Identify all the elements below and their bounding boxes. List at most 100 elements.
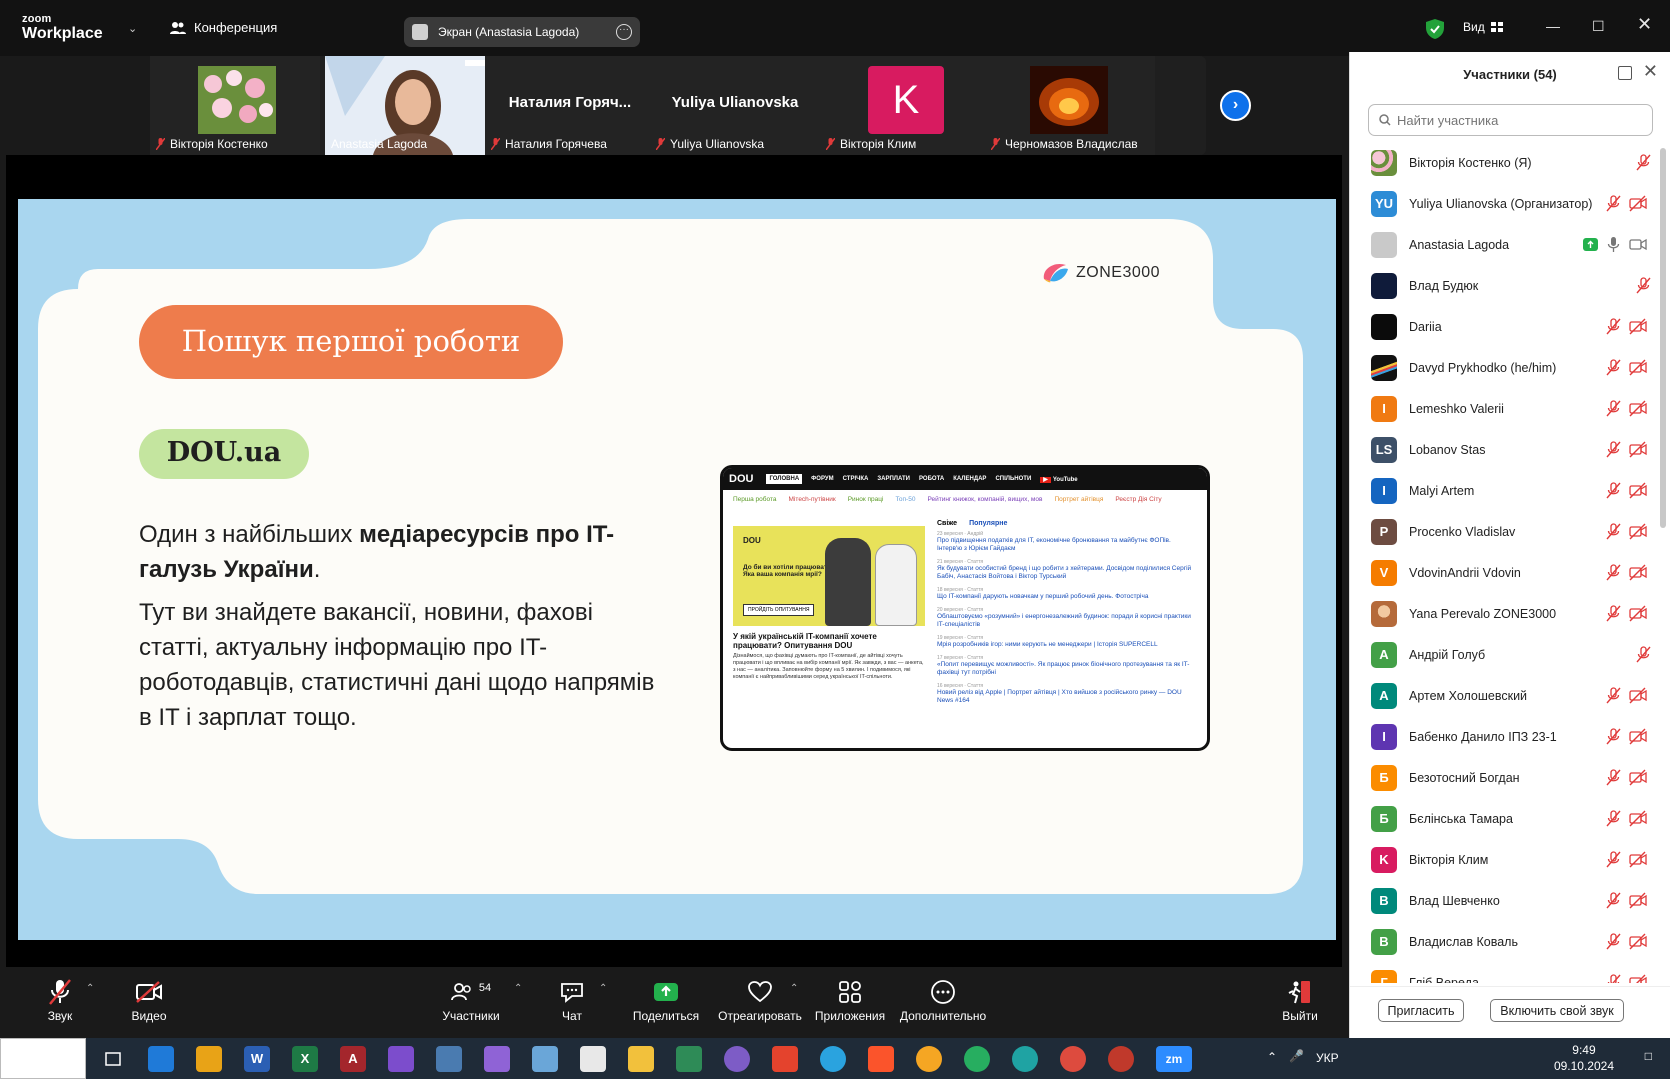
search-input[interactable] [1397,112,1637,128]
camera-off-icon [1629,728,1647,745]
close-icon[interactable]: ✕ [1643,61,1658,82]
close-window-button[interactable]: ✕ [1637,14,1652,35]
chrome-icon[interactable] [1060,1046,1086,1072]
participant-row[interactable]: I Бабенко Данило ІПЗ 23-1 [1350,716,1670,757]
dou-featured: DOU До би ви хотіли працювати? Яка ваша … [733,526,925,681]
app-icon[interactable] [676,1046,702,1072]
participant-row[interactable]: Yana Perevalo ZONE3000 [1350,593,1670,634]
participant-row[interactable]: V VdovinAndrii Vdovin [1350,552,1670,593]
camera-off-icon [1629,523,1647,540]
participants-button[interactable]: 54 Участники [436,977,506,1023]
meeting-info-button[interactable]: Конференция [170,20,277,35]
participant-row[interactable]: A Артем Холошевский [1350,675,1670,716]
next-page-button[interactable]: › [1220,90,1251,121]
shield-icon[interactable] [1426,19,1444,39]
thumbnail-viktoriia-klym[interactable]: K Вікторія Клим [820,56,990,155]
video-button[interactable]: Видео [124,977,174,1023]
feather-app-icon[interactable] [484,1046,510,1072]
thumbnail-chornomazov-vladyslav[interactable]: Черномазов Владислав [985,56,1155,155]
participant-row[interactable]: A Андрій Голуб [1350,634,1670,675]
app-icon[interactable] [1108,1046,1134,1072]
visual-studio-icon[interactable] [388,1046,414,1072]
participant-status-icons [1606,441,1647,458]
wps-icon[interactable] [772,1046,798,1072]
vpn-icon[interactable] [916,1046,942,1072]
share-screen-button[interactable]: Поделиться [628,977,704,1023]
participant-row[interactable]: K Вікторія Клим [1350,839,1670,880]
chevron-up-icon[interactable]: ⌃ [1267,1050,1277,1064]
excel-icon[interactable]: X [292,1046,318,1072]
language-indicator[interactable]: УКР [1316,1051,1339,1065]
popout-icon[interactable] [1618,66,1632,80]
audio-button[interactable]: Звук [40,977,80,1023]
clock[interactable]: 9:49 09.10.2024 [1554,1042,1614,1074]
viber-icon[interactable] [724,1046,750,1072]
file-explorer-icon[interactable] [628,1046,654,1072]
participant-row[interactable]: YU Yuliya Ulianovska (Организатор) [1350,183,1670,224]
chat-button[interactable]: Чат [552,977,592,1023]
telegram-icon[interactable] [820,1046,846,1072]
view-button[interactable]: Вид [1463,20,1503,34]
maximize-button[interactable]: ☐ [1592,18,1605,35]
thumbnail-viktoriia-kostenko[interactable]: Вікторія Костенко [150,56,320,155]
participant-name: Бабенко Данило ІПЗ 23-1 [1409,729,1557,744]
participant-row[interactable]: I Malyi Artem [1350,470,1670,511]
fire-avatar [1030,66,1108,134]
zoom-window: zoom Workplace ⌄ Конференция Экран (Anas… [0,0,1670,1079]
word-icon[interactable]: W [244,1046,270,1072]
participant-row[interactable]: B Владислав Коваль [1350,921,1670,962]
zoom-logo[interactable]: zoom Workplace [22,14,103,42]
avatar [1371,231,1397,258]
store-icon[interactable] [196,1046,222,1072]
participant-row[interactable]: Б Безотосний Богдан [1350,757,1670,798]
youtube-link: ▶ YouTube [1040,476,1078,483]
chevron-down-icon[interactable]: ⌄ [128,22,137,35]
participant-row[interactable]: Dariia [1350,306,1670,347]
chat-options-caret[interactable]: ⌃ [599,983,607,994]
document-app-icon[interactable] [580,1046,606,1072]
mail-icon[interactable] [148,1046,174,1072]
thumbnail-yuliya-ulianovska[interactable]: Yuliya Ulianovska Yuliya Ulianovska [650,56,820,155]
participant-row[interactable]: Б Бєлінська Тамара [1350,798,1670,839]
participant-row[interactable]: Вікторія Костенко (Я) [1350,142,1670,183]
participant-row[interactable]: Влад Будюк [1350,265,1670,306]
participants-options-caret[interactable]: ⌃ [514,983,522,994]
more-options-icon[interactable]: ··· [616,24,632,40]
participant-search[interactable] [1368,104,1653,136]
thumbnail-anastasia-lagoda[interactable]: Anastasia Lagoda [325,56,495,155]
invite-button[interactable]: Пригласить [1378,999,1464,1022]
scrollbar[interactable] [1660,148,1666,528]
taskbar-search-box[interactable] [0,1038,86,1079]
apps-button[interactable]: Приложения [814,977,886,1023]
participant-row[interactable]: LS Lobanov Stas [1350,429,1670,470]
app-icon[interactable] [532,1046,558,1072]
access-icon[interactable]: A [340,1046,366,1072]
more-button[interactable]: Дополнительно [898,977,988,1023]
microphone-tray-icon[interactable]: 🎤 [1289,1049,1304,1063]
zoom-taskbar-icon[interactable]: zm [1156,1046,1192,1072]
participant-name: Yana Perevalo ZONE3000 [1409,606,1557,621]
edge-icon[interactable] [1012,1046,1038,1072]
app-icon[interactable] [964,1046,990,1072]
brave-icon[interactable] [868,1046,894,1072]
minimize-button[interactable]: — [1546,18,1560,34]
search-icon [1379,114,1391,126]
task-view-icon[interactable] [100,1046,126,1072]
logo-line1: zoom [22,13,52,25]
thumbnail-natalia-horiacheva[interactable]: Наталия Горяч... Наталия Горячева [485,56,655,155]
unmute-myself-button[interactable]: Включить свой звук [1490,999,1624,1022]
participant-row[interactable]: Davyd Prykhodko (he/him) [1350,347,1670,388]
settings-app-icon[interactable] [436,1046,462,1072]
leave-button[interactable]: Выйти [1280,977,1320,1023]
audio-options-caret[interactable]: ⌃ [86,983,94,994]
participant-row[interactable]: P Procenko Vladislav [1350,511,1670,552]
participant-row[interactable]: Г Гліб Вереда [1350,962,1670,983]
participant-row[interactable]: I Lemeshko Valerii [1350,388,1670,429]
participant-row[interactable]: B Влад Шевченко [1350,880,1670,921]
taskbar-apps: W X A zm [86,1038,1221,1079]
participant-row[interactable]: Anastasia Lagoda [1350,224,1670,265]
screen-share-pill[interactable]: Экран (Anastasia Lagoda) ··· [404,17,640,47]
notifications-icon[interactable]: □ [1645,1049,1652,1063]
mic-off-icon [1606,523,1621,540]
react-options-caret[interactable]: ⌃ [790,983,798,994]
